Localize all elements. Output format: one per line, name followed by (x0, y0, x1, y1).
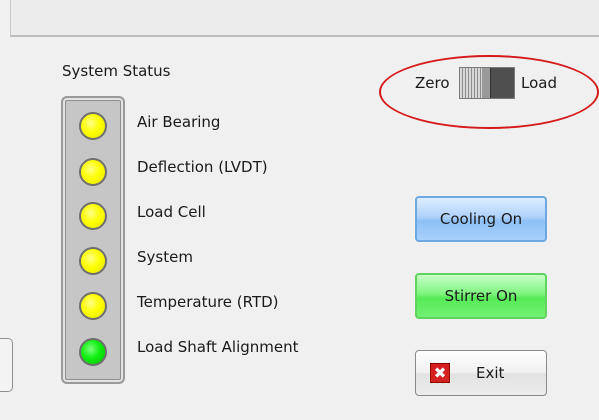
temperature-led-icon (79, 292, 107, 320)
system-label: System (137, 248, 193, 266)
load-shaft-alignment-led-icon (79, 338, 107, 366)
air-bearing-label: Air Bearing (137, 113, 221, 131)
system-status-title: System Status (62, 62, 171, 80)
deflection-label: Deflection (LVDT) (137, 158, 268, 176)
stirrer-on-button[interactable]: Stirrer On (415, 273, 547, 319)
cooling-on-button[interactable]: Cooling On (415, 196, 547, 242)
temperature-label: Temperature (RTD) (137, 293, 279, 311)
exit-label: Exit (476, 364, 505, 382)
load-cell-label: Load Cell (137, 203, 206, 221)
load-label: Load (521, 74, 557, 92)
load-shaft-alignment-label: Load Shaft Alignment (137, 338, 299, 356)
load-cell-led-icon (79, 202, 107, 230)
zero-load-toggle-switch[interactable] (459, 67, 515, 99)
toggle-knob (482, 68, 491, 98)
close-icon: ✖ (430, 363, 450, 383)
exit-button[interactable]: ✖ Exit (415, 350, 547, 396)
toggle-grip-icon (460, 68, 482, 98)
zero-label: Zero (415, 74, 450, 92)
stirrer-on-label: Stirrer On (444, 287, 518, 305)
status-led-panel (61, 96, 125, 384)
air-bearing-led-icon (79, 112, 107, 140)
system-led-icon (79, 247, 107, 275)
top-panel-bar (10, 0, 599, 37)
left-edge-control (0, 338, 13, 392)
deflection-led-icon (79, 158, 107, 186)
cooling-on-label: Cooling On (439, 210, 523, 228)
